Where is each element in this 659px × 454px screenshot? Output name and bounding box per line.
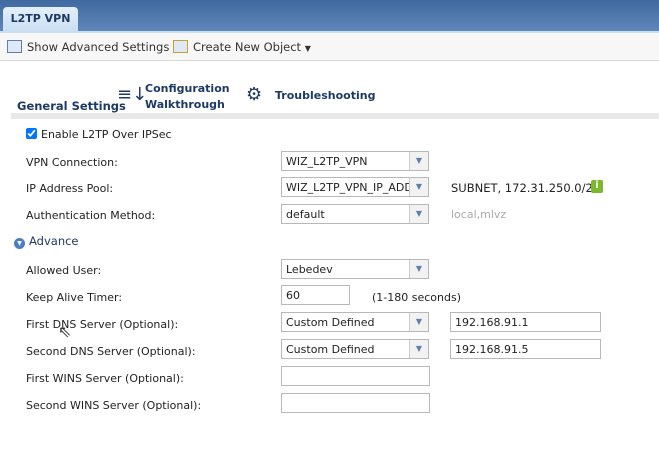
- vpn-connection-select[interactable]: WIZ_L2TP_VPN ▼: [281, 151, 429, 171]
- dns2-label: Second DNS Server (Optional):: [26, 345, 196, 358]
- wins2-label: Second WINS Server (Optional):: [26, 399, 202, 412]
- vpn-connection-label: VPN Connection:: [26, 156, 118, 169]
- chevron-down-icon: ▼: [409, 260, 428, 278]
- vpn-connection-value: WIZ_L2TP_VPN: [286, 155, 368, 168]
- chevron-down-icon: ▼: [409, 205, 428, 223]
- keepalive-hint: (1-180 seconds): [372, 291, 462, 304]
- ip-pool-info: SUBNET, 172.31.250.0/24: [451, 181, 601, 195]
- dns2-input[interactable]: 192.168.91.5: [450, 339, 601, 359]
- chevron-down-icon: ▼: [409, 340, 428, 358]
- collapse-icon: ▼: [14, 238, 25, 249]
- title-bar: [0, 0, 659, 32]
- show-advanced-settings-button[interactable]: Show Advanced Settings: [7, 40, 169, 54]
- create-new-label: Create New Object: [193, 40, 302, 54]
- dns1-type-select[interactable]: Custom Defined ▼: [281, 312, 429, 332]
- section-divider: [11, 113, 659, 119]
- enable-l2tp-checkbox[interactable]: Enable L2TP Over IPSec: [26, 128, 172, 141]
- auth-method-select[interactable]: default ▼: [281, 204, 429, 224]
- auth-method-value: default: [286, 208, 325, 221]
- chevron-down-icon: ▼: [409, 178, 428, 196]
- configuration-walkthrough-link[interactable]: Configuration Walkthrough: [145, 81, 230, 113]
- new-object-icon: [173, 40, 188, 53]
- show-advanced-label: Show Advanced Settings: [27, 40, 170, 54]
- walkthrough-line2: Walkthrough: [145, 98, 225, 111]
- caret-down-icon: ▼: [304, 44, 311, 53]
- enable-label: Enable L2TP Over IPSec: [41, 128, 172, 141]
- ip-pool-select[interactable]: WIZ_L2TP_VPN_IP_ADDR ▼: [281, 177, 429, 197]
- auth-method-label: Authentication Method:: [26, 209, 156, 222]
- wins1-label: First WINS Server (Optional):: [26, 372, 184, 385]
- mouse-cursor-icon: ⇖: [58, 322, 72, 341]
- keepalive-label: Keep Alive Timer:: [26, 291, 123, 304]
- create-new-object-button[interactable]: Create New Object ▼: [173, 40, 311, 54]
- table-icon: [7, 40, 22, 53]
- troubleshooting-icon: ⚙: [246, 84, 263, 105]
- walkthrough-icon: ≡↓: [117, 84, 148, 105]
- walkthrough-line1: Configuration: [145, 82, 230, 95]
- allowed-user-select[interactable]: Lebedev ▼: [281, 259, 429, 279]
- troubleshooting-link[interactable]: Troubleshooting: [275, 88, 375, 104]
- keepalive-input[interactable]: 60: [281, 285, 350, 305]
- ip-pool-label: IP Address Pool:: [26, 182, 114, 195]
- dns2-type-select[interactable]: Custom Defined ▼: [281, 339, 429, 359]
- ip-pool-value: WIZ_L2TP_VPN_IP_ADDR: [286, 181, 421, 194]
- enable-checkbox[interactable]: [26, 128, 37, 139]
- dns1-label: First DNS Server (Optional):: [26, 318, 179, 331]
- section-title: General Settings: [17, 99, 126, 113]
- dns1-input[interactable]: 192.168.91.1: [450, 312, 601, 332]
- allowed-user-label: Allowed User:: [26, 264, 102, 277]
- advance-toggle[interactable]: ▼ Advance: [14, 234, 79, 249]
- dns1-type-value: Custom Defined: [286, 316, 375, 329]
- auth-method-info: local,mlvz: [451, 208, 507, 221]
- toolbar: Show Advanced Settings Create New Object…: [0, 33, 659, 61]
- wins2-input[interactable]: [281, 393, 430, 413]
- chevron-down-icon: ▼: [409, 313, 428, 331]
- chevron-down-icon: ▼: [409, 152, 428, 170]
- wins1-input[interactable]: [281, 366, 430, 386]
- tab-l2tp-vpn[interactable]: L2TP VPN: [3, 7, 78, 32]
- allowed-user-value: Lebedev: [286, 263, 333, 276]
- dns2-type-value: Custom Defined: [286, 343, 375, 356]
- advance-label: Advance: [29, 234, 79, 248]
- info-icon[interactable]: i: [591, 180, 603, 193]
